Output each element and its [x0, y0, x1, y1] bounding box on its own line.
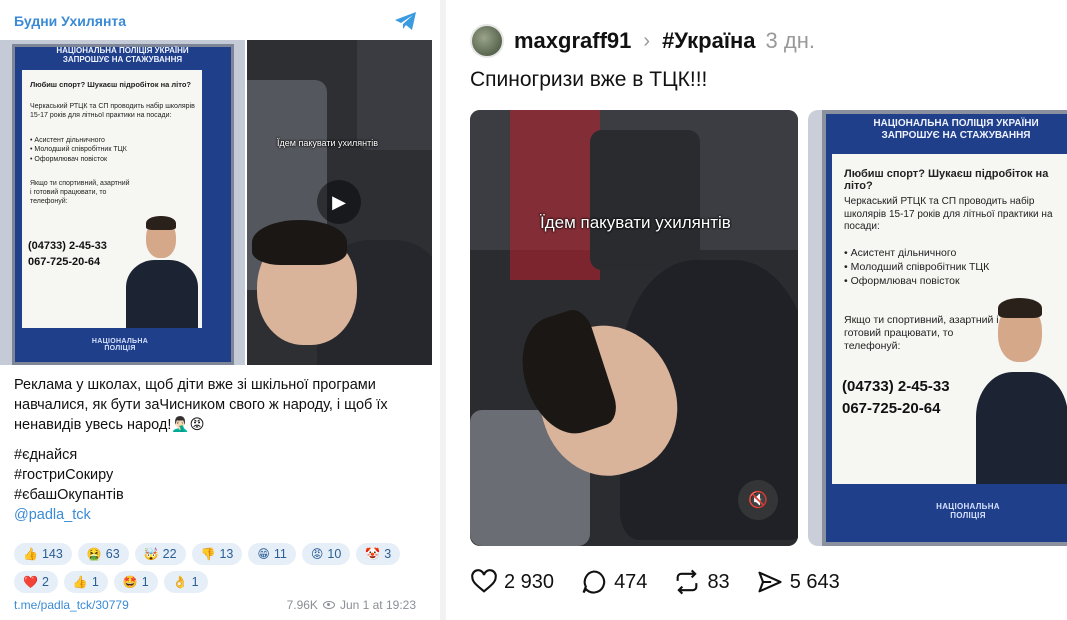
post-meta: 7.96K Jun 1 at 19:23: [287, 598, 416, 612]
post-caption: Спиногризи вже в ТЦК!!!: [470, 68, 708, 91]
share-button[interactable]: 5 643: [756, 568, 840, 596]
poster-badge: НАЦІОНАЛЬНА ПОЛІЦІЯ: [936, 502, 1000, 520]
reaction-chip[interactable]: ❤️ 2: [14, 571, 58, 593]
action-bar: 2 930 474 83 5 643: [470, 568, 840, 596]
telegram-post: Будни Ухилянта НАЦІОНАЛЬНА ПОЛІЦІЯ УКРАЇ…: [0, 0, 432, 620]
poster-body: Черкаський РТЦК та СП проводить набір шк…: [844, 196, 1053, 232]
poster-cta: Якщо ти спортивний, азартний і готовий п…: [30, 180, 130, 205]
username[interactable]: maxgraff91: [514, 28, 631, 54]
like-button[interactable]: 2 930: [470, 568, 554, 596]
poster-photo[interactable]: НАЦІОНАЛЬНА ПОЛІЦІЯ УКРАЇНИ ЗАПРОШУЄ НА …: [808, 110, 1067, 546]
eye-icon: [322, 601, 335, 609]
reaction-chip[interactable]: 👌 1: [163, 571, 208, 593]
threads-post: maxgraff91 › #Україна 3 дн. Спиногризи в…: [446, 0, 1067, 620]
poster-photo[interactable]: НАЦІОНАЛЬНА ПОЛІЦІЯ УКРАЇНИ ЗАПРОШУЄ НА …: [0, 40, 245, 365]
position-item: Молодший співробітник ТЦК: [30, 145, 200, 154]
post-header: Будни Ухилянта: [14, 10, 418, 32]
reaction-chip[interactable]: 😡 10: [301, 543, 351, 565]
comment-button[interactable]: 474: [580, 568, 647, 596]
poster-phone-2: 067-725-20-64: [28, 256, 101, 268]
repost-icon: [677, 569, 698, 595]
poster-title: НАЦІОНАЛЬНА ПОЛІЦІЯ УКРАЇНИ ЗАПРОШУЄ НА …: [873, 118, 1039, 141]
post-date: Jun 1 at 19:23: [339, 598, 416, 612]
hashtag-link[interactable]: #єбашОкупантів: [14, 485, 419, 505]
video-thumbnail[interactable]: Їдем пакувати ухилянтів ▶: [247, 40, 432, 365]
video-caption: Їдем пакувати ухилянтів: [540, 213, 731, 232]
post-link[interactable]: t.me/padla_tck/30779: [14, 598, 129, 612]
position-item: Молодший співробітник ТЦК: [844, 260, 1064, 274]
position-item: Асистент дільничного: [844, 246, 1064, 260]
reaction-chip[interactable]: 👍 1: [63, 571, 108, 593]
poster-phone-1: (04733) 2-45-33: [842, 378, 950, 395]
repost-button[interactable]: 83: [673, 568, 730, 596]
post-text: Реклама у школах, щоб діти вже зі шкільн…: [14, 375, 419, 525]
poster-phone-1: (04733) 2-45-33: [28, 240, 107, 252]
position-item: Асистент дільничного: [30, 136, 200, 145]
comment-count: 474: [614, 570, 648, 593]
poster-cta: Якщо ти спортивний, азартний і готовий п…: [844, 314, 999, 353]
share-count: 5 643: [789, 570, 840, 593]
reaction-chip[interactable]: 🤡 3: [356, 543, 401, 565]
video-player[interactable]: Їдем пакувати ухилянтів 🔇: [470, 110, 798, 546]
speaker-muted-icon[interactable]: 🔇: [738, 480, 778, 520]
poster-body: Черкаський РТЦК та СП проводить набір шк…: [30, 103, 195, 119]
mention-link[interactable]: @padla_tck: [14, 505, 419, 525]
reactions-bar: 👍 143 🤮 63 🤯 22 👎 13 😁 11 😡 10 🤡 3 ❤️ 2 👍 1 🤩 1 👌 1: [14, 543, 424, 593]
media-group: НАЦІОНАЛЬНА ПОЛІЦІЯ УКРАЇНИ ЗАПРОШУЄ НА …: [0, 40, 432, 365]
position-item: Оформлювач повісток: [30, 155, 200, 164]
hashtag-link[interactable]: #гостриСокиру: [14, 465, 419, 485]
topic-tag[interactable]: #Україна: [662, 28, 755, 54]
hashtag-link[interactable]: #єднайся: [14, 445, 419, 465]
chevron-right-icon: ›: [643, 29, 651, 52]
poster-positions: Асистент дільничного Молодший співробітн…: [844, 246, 1064, 289]
poster-positions: Асистент дільничного Молодший співробітн…: [30, 136, 200, 164]
post-message: Реклама у школах, щоб діти вже зі шкільн…: [14, 377, 388, 433]
post-time: 3 дн.: [765, 28, 815, 53]
reaction-chip[interactable]: 🤮 63: [77, 543, 129, 565]
avatar[interactable]: [470, 24, 504, 58]
heart-icon: [471, 569, 497, 593]
poster-question: Любиш спорт? Шукаєш підробіток на літо?: [844, 168, 1049, 192]
hashtags: #єднайся #гостриСокиру #єбашОкупантів @p…: [14, 445, 419, 525]
play-icon[interactable]: ▶: [317, 180, 361, 224]
send-icon: [758, 571, 782, 593]
post-header: maxgraff91 › #Україна 3 дн.: [470, 24, 815, 58]
like-count: 2 930: [504, 570, 555, 593]
poster-title: НАЦІОНАЛЬНА ПОЛІЦІЯ УКРАЇНИ ЗАПРОШУЄ НА …: [56, 46, 189, 65]
position-item: Оформлювач повісток: [844, 274, 1064, 288]
poster-badge: НАЦІОНАЛЬНА ПОЛІЦІЯ: [91, 338, 149, 352]
reaction-chip[interactable]: 👍 143: [14, 543, 72, 565]
video-caption: Їдем пакувати ухилянтів: [277, 138, 379, 148]
reaction-chip[interactable]: 🤯 22: [134, 543, 186, 565]
repost-count: 83: [707, 570, 730, 593]
poster-phone-2: 067-725-20-64: [842, 400, 941, 417]
media-carousel: Їдем пакувати ухилянтів 🔇 НАЦІОНАЛЬНА ПО…: [470, 110, 1067, 546]
reaction-chip[interactable]: 🤩 1: [113, 571, 158, 593]
reaction-chip[interactable]: 👎 13: [191, 543, 243, 565]
channel-name[interactable]: Будни Ухилянта: [14, 13, 126, 29]
poster-question: Любиш спорт? Шукаєш підробіток на літо?: [30, 80, 191, 89]
reaction-chip[interactable]: 😁 11: [248, 543, 296, 565]
view-count: 7.96K: [286, 598, 318, 612]
telegram-plane-icon[interactable]: [394, 11, 418, 31]
comment-bubble-icon: [582, 570, 606, 594]
post-footer: t.me/padla_tck/30779 7.96K Jun 1 at 19:2…: [14, 598, 416, 612]
